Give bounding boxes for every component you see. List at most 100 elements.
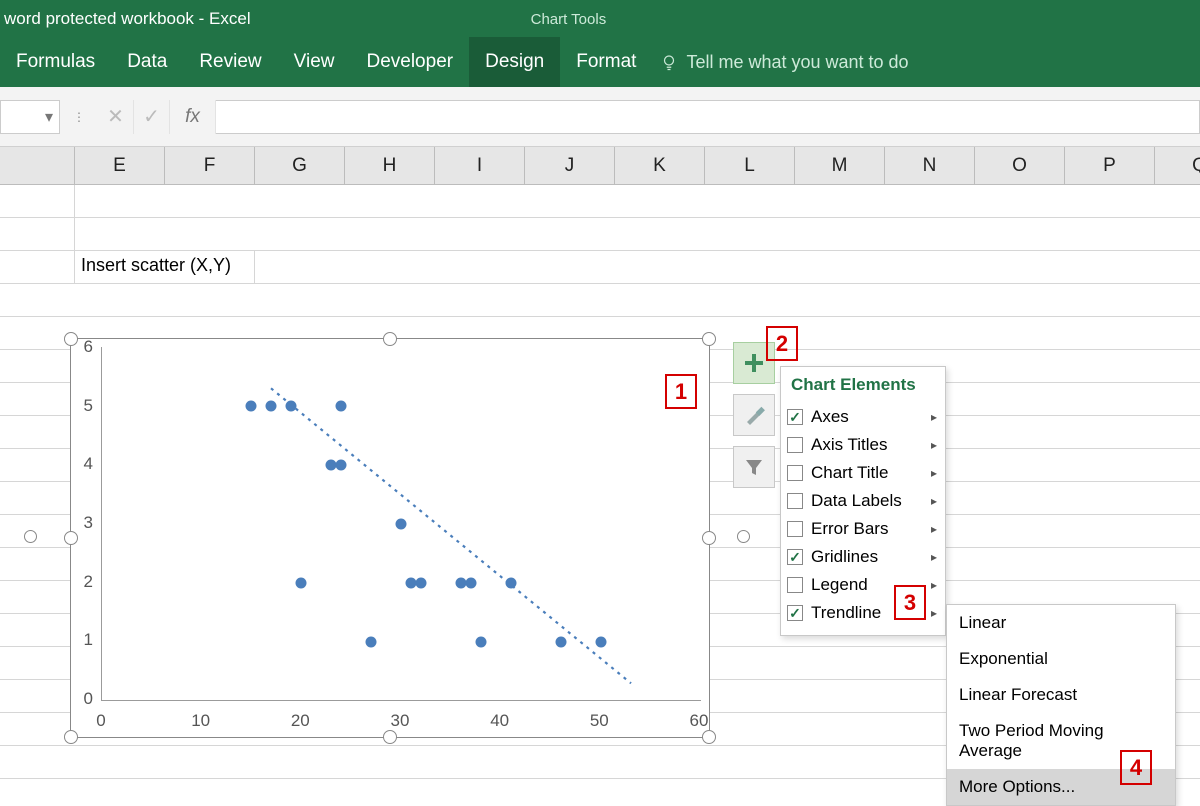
- x-tick: 0: [96, 711, 105, 731]
- fx-separator: ⋮: [60, 110, 98, 124]
- chart-element-item[interactable]: Data Labels▸: [781, 487, 945, 515]
- chart-element-item[interactable]: Error Bars ▸: [781, 515, 945, 543]
- data-point[interactable]: [596, 637, 607, 648]
- data-point[interactable]: [296, 578, 307, 589]
- y-tick: 5: [84, 396, 93, 416]
- tab-review[interactable]: Review: [183, 37, 277, 87]
- formula-input[interactable]: [216, 100, 1200, 134]
- col-header[interactable]: K: [615, 147, 705, 184]
- submenu-arrow-icon[interactable]: ▸: [931, 466, 937, 480]
- y-tick: 6: [84, 337, 93, 357]
- x-tick: 40: [490, 711, 509, 731]
- trendline-option[interactable]: Linear Forecast: [947, 677, 1175, 713]
- y-tick: 3: [84, 513, 93, 533]
- data-point[interactable]: [466, 578, 477, 589]
- chart-object[interactable]: 0 1 2 3 4 5 6 0 10 20 30 40 50 60: [30, 330, 700, 750]
- funnel-icon: [743, 456, 765, 478]
- data-point[interactable]: [506, 578, 517, 589]
- tab-format[interactable]: Format: [560, 37, 652, 87]
- ribbon-tabs: Formulas Data Review View Developer Desi…: [0, 37, 1200, 87]
- chart-element-item[interactable]: Chart Title ▸: [781, 459, 945, 487]
- data-point[interactable]: [336, 401, 347, 412]
- checkbox[interactable]: [787, 493, 803, 509]
- col-header[interactable]: [0, 147, 75, 184]
- formula-bar: ▾ ⋮ ✕ ✓ fx: [0, 87, 1200, 147]
- x-tick: 20: [291, 711, 310, 731]
- submenu-arrow-icon[interactable]: ▸: [931, 550, 937, 564]
- data-point[interactable]: [266, 401, 277, 412]
- chart-element-item[interactable]: Gridlines▸: [781, 543, 945, 571]
- tab-design[interactable]: Design: [469, 37, 560, 87]
- checkbox[interactable]: [787, 605, 803, 621]
- trendline-option[interactable]: Exponential: [947, 641, 1175, 677]
- submenu-arrow-icon[interactable]: ▸: [931, 438, 937, 452]
- callout-2: 2: [766, 326, 798, 361]
- data-point[interactable]: [286, 401, 297, 412]
- col-header[interactable]: I: [435, 147, 525, 184]
- tab-developer[interactable]: Developer: [350, 37, 469, 87]
- flyout-header: Chart Elements: [781, 373, 945, 403]
- enter-button[interactable]: ✓: [134, 100, 170, 134]
- col-header[interactable]: M: [795, 147, 885, 184]
- col-header[interactable]: Q: [1155, 147, 1200, 184]
- chart-element-item[interactable]: Axes▸: [781, 403, 945, 431]
- y-tick: 0: [84, 689, 93, 709]
- tell-me-search[interactable]: Tell me what you want to do: [660, 37, 908, 87]
- callout-1: 1: [665, 374, 697, 409]
- chart-element-label: Axis Titles: [811, 435, 888, 455]
- data-point[interactable]: [396, 519, 407, 530]
- col-header[interactable]: E: [75, 147, 165, 184]
- col-header[interactable]: F: [165, 147, 255, 184]
- callout-3: 3: [894, 585, 926, 620]
- contextual-tab-group: Chart Tools: [531, 11, 607, 28]
- y-tick: 1: [84, 630, 93, 650]
- data-point[interactable]: [556, 637, 567, 648]
- chart-area[interactable]: 0 1 2 3 4 5 6 0 10 20 30 40 50 60: [70, 338, 710, 738]
- chart-element-item[interactable]: Axis Titles ▸: [781, 431, 945, 459]
- x-tick: 30: [391, 711, 410, 731]
- col-header[interactable]: J: [525, 147, 615, 184]
- checkbox[interactable]: [787, 437, 803, 453]
- checkbox[interactable]: [787, 465, 803, 481]
- chart-element-label: Chart Title: [811, 463, 888, 483]
- title-bar: word protected workbook - Excel Chart To…: [0, 0, 1200, 37]
- data-point[interactable]: [476, 637, 487, 648]
- chart-styles-button[interactable]: [733, 394, 775, 436]
- chart-filters-button[interactable]: [733, 446, 775, 488]
- col-header[interactable]: N: [885, 147, 975, 184]
- cell-text[interactable]: Insert scatter (X,Y): [75, 251, 255, 283]
- y-tick: 2: [84, 572, 93, 592]
- data-point[interactable]: [366, 637, 377, 648]
- checkbox[interactable]: [787, 577, 803, 593]
- checkbox[interactable]: [787, 521, 803, 537]
- col-header[interactable]: O: [975, 147, 1065, 184]
- col-header[interactable]: G: [255, 147, 345, 184]
- cancel-button[interactable]: ✕: [98, 100, 134, 134]
- name-box[interactable]: ▾: [0, 100, 60, 134]
- plot-area[interactable]: [101, 347, 701, 701]
- col-header[interactable]: H: [345, 147, 435, 184]
- tab-data[interactable]: Data: [111, 37, 183, 87]
- chart-element-label: Error Bars: [811, 519, 888, 539]
- submenu-arrow-icon[interactable]: ▸: [931, 410, 937, 424]
- tab-view[interactable]: View: [278, 37, 351, 87]
- submenu-arrow-icon[interactable]: ▸: [931, 494, 937, 508]
- lightbulb-icon: [660, 53, 678, 71]
- data-point[interactable]: [416, 578, 427, 589]
- tab-formulas[interactable]: Formulas: [0, 37, 111, 87]
- chart-side-buttons: [733, 342, 775, 488]
- data-point[interactable]: [336, 460, 347, 471]
- submenu-arrow-icon[interactable]: ▸: [931, 578, 937, 592]
- y-tick: 4: [84, 454, 93, 474]
- fx-label[interactable]: fx: [170, 100, 216, 134]
- checkbox[interactable]: [787, 549, 803, 565]
- col-header[interactable]: L: [705, 147, 795, 184]
- checkbox[interactable]: [787, 409, 803, 425]
- data-point[interactable]: [246, 401, 257, 412]
- col-header[interactable]: P: [1065, 147, 1155, 184]
- submenu-arrow-icon[interactable]: ▸: [931, 606, 937, 620]
- y-axis: 0 1 2 3 4 5 6: [71, 347, 99, 699]
- submenu-arrow-icon[interactable]: ▸: [931, 522, 937, 536]
- x-axis: 0 10 20 30 40 50 60: [101, 701, 699, 737]
- trendline-option[interactable]: Linear: [947, 605, 1175, 641]
